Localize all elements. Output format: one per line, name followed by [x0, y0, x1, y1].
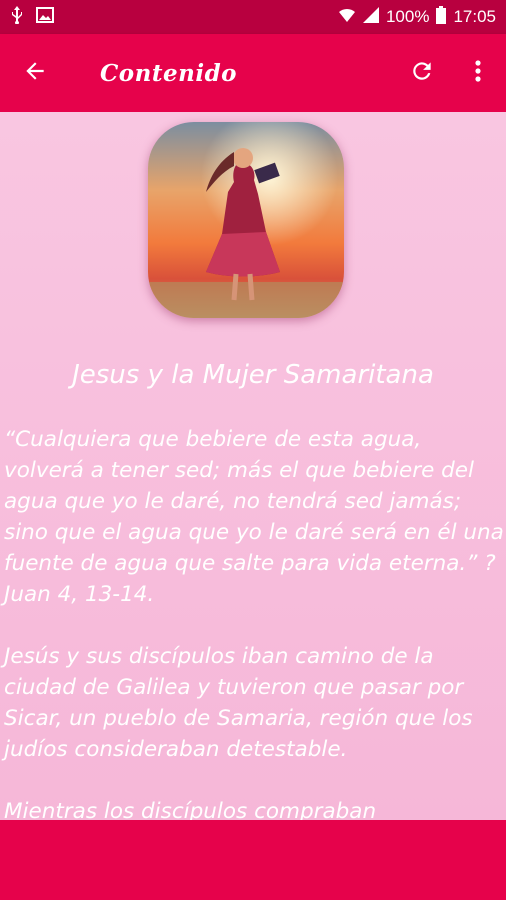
- signal-icon: [362, 6, 379, 28]
- bottom-banner: [0, 820, 506, 900]
- article-body: “Cualquiera que bebiere de esta agua, vo…: [4, 424, 504, 820]
- article-title: Jesus y la Mujer Samaritana: [72, 360, 434, 390]
- more-options-button[interactable]: [450, 34, 506, 112]
- battery-percent: 100%: [385, 7, 430, 26]
- back-button[interactable]: [0, 34, 70, 112]
- app-toolbar: Contenido: [0, 34, 506, 112]
- more-vert-icon: [474, 59, 482, 88]
- article-paragraph: Mientras los discípulos compraban: [4, 799, 377, 820]
- refresh-icon: [409, 58, 435, 89]
- status-bar: 100% 17:05: [0, 0, 506, 34]
- arrow-back-icon: [22, 58, 48, 89]
- content-scroll[interactable]: Jesus y la Mujer Samaritana “Cualquiera …: [0, 112, 506, 820]
- battery-icon: [436, 5, 447, 29]
- usb-icon: [10, 5, 24, 29]
- clock: 17:05: [453, 7, 496, 26]
- article-paragraph: “Cualquiera que bebiere de esta agua, vo…: [4, 427, 504, 607]
- article-image: [148, 122, 344, 318]
- wifi-icon: [338, 7, 356, 28]
- article-paragraph: Jesús y sus discípulos iban camino de la…: [4, 644, 473, 762]
- refresh-button[interactable]: [394, 34, 450, 112]
- image-icon: [36, 6, 54, 28]
- page-title: Contenido: [100, 59, 238, 87]
